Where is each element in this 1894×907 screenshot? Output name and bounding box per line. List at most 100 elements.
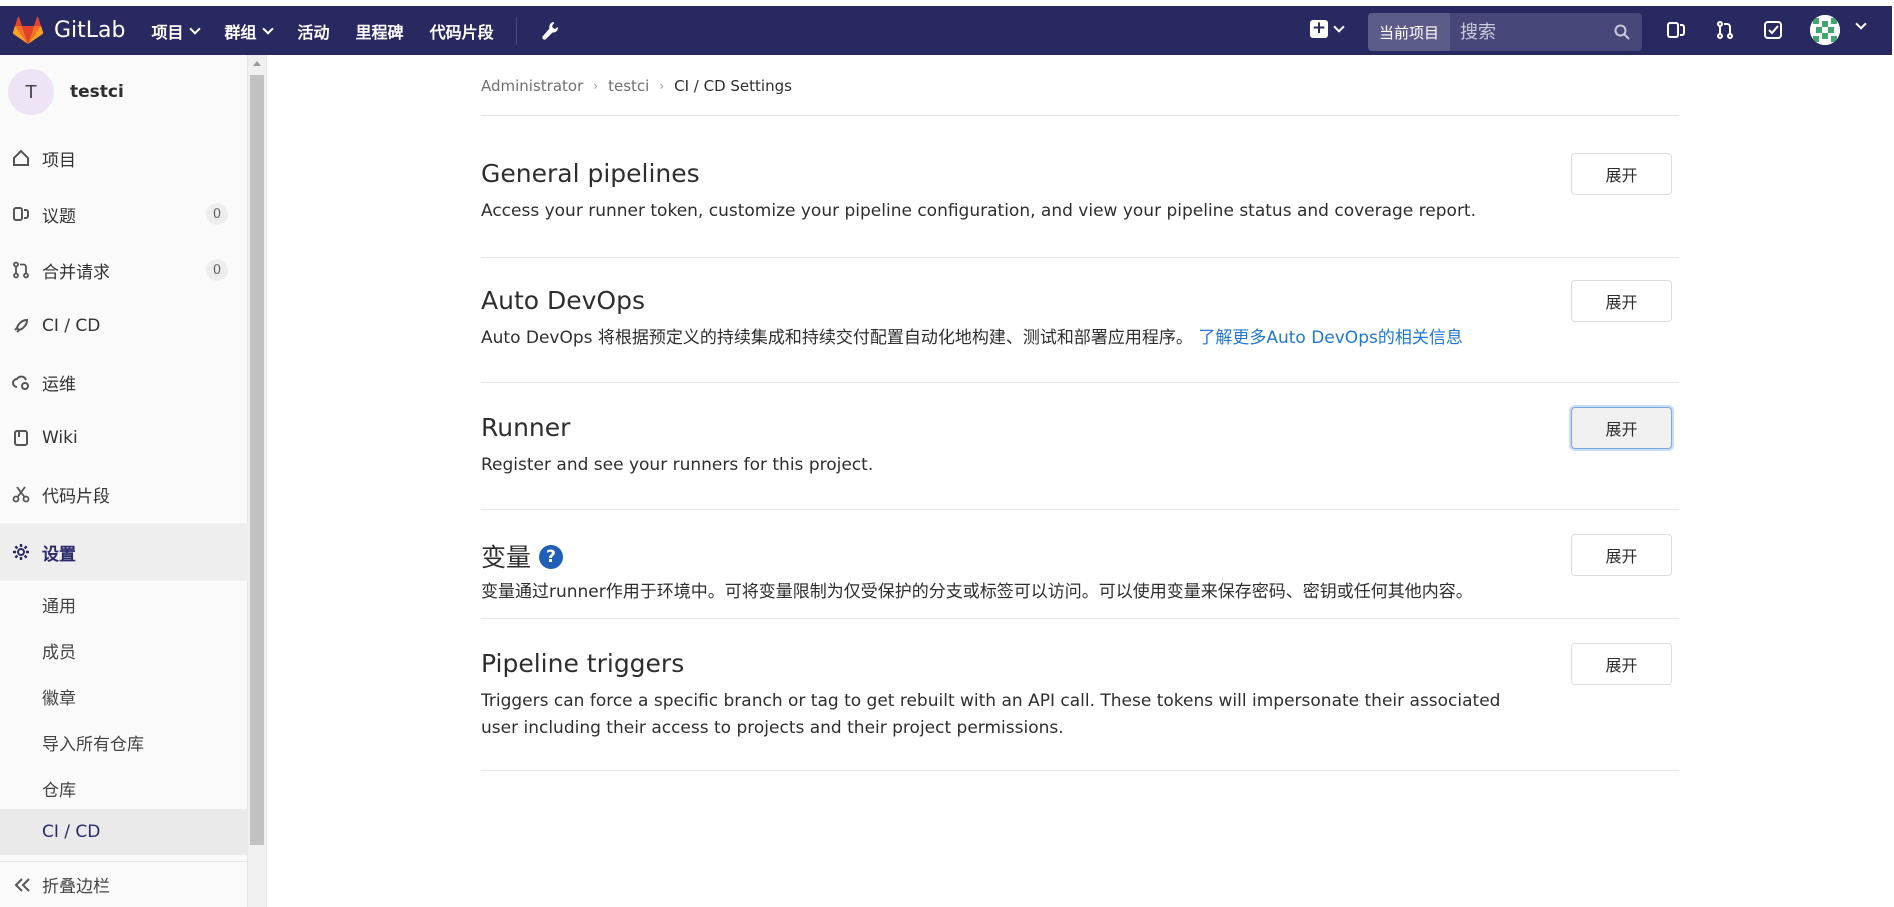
- sidebar-item-project[interactable]: 项目: [0, 138, 248, 178]
- breadcrumb-current: CI / CD Settings: [674, 77, 792, 95]
- sidebar-item-merge-requests[interactable]: 合并请求 0: [0, 250, 248, 290]
- nav-groups[interactable]: 群组: [224, 19, 274, 43]
- settings-sub-members[interactable]: 成员: [42, 638, 76, 663]
- book-icon: [14, 430, 28, 446]
- expand-button[interactable]: 展开: [1571, 280, 1672, 322]
- todo-check-icon[interactable]: [1763, 20, 1783, 40]
- issues-icon: [13, 207, 29, 221]
- collapse-label: 折叠边栏: [42, 877, 110, 897]
- breadcrumb: Administrator › testci › CI / CD Setting…: [481, 77, 792, 95]
- sidebar-item-label: 运维: [42, 374, 76, 395]
- section-divider: [481, 382, 1679, 383]
- expand-button[interactable]: 展开: [1571, 153, 1672, 195]
- section-divider: [481, 509, 1679, 510]
- sidebar-project-header[interactable]: T testci: [8, 69, 124, 115]
- section-divider: [481, 257, 1679, 258]
- nav-projects[interactable]: 项目: [151, 19, 201, 43]
- user-avatar[interactable]: [1810, 15, 1840, 45]
- project-name: testci: [70, 82, 124, 102]
- sidebar-item-label: CI / CD: [42, 316, 101, 336]
- breadcrumb-link[interactable]: Administrator: [481, 77, 583, 95]
- sidebar-item-wiki[interactable]: Wiki: [0, 418, 248, 458]
- main-content: Administrator › testci › CI / CD Setting…: [267, 55, 1894, 907]
- count-badge: 0: [206, 259, 228, 281]
- search-input[interactable]: [1460, 21, 1610, 43]
- breadcrumb-link[interactable]: testci: [608, 77, 649, 95]
- sidebar-item-issues[interactable]: 议题 0: [0, 194, 248, 234]
- identicon-icon: [1810, 15, 1840, 45]
- sidebar-item-label: 议题: [42, 206, 76, 227]
- chevron-down-icon[interactable]: [1855, 18, 1867, 30]
- nav-label: 群组: [224, 22, 257, 42]
- gear-icon: [13, 544, 29, 560]
- new-dropdown[interactable]: +: [1310, 18, 1345, 38]
- section-description: Register and see your runners for this p…: [481, 455, 874, 475]
- settings-sub-import-repos[interactable]: 导入所有仓库: [42, 730, 144, 755]
- sidebar-item-label: 项目: [42, 150, 76, 171]
- settings-sub-ci-cd[interactable]: CI / CD: [42, 822, 100, 842]
- section-title: General pipelines: [481, 159, 700, 188]
- section-divider: [481, 618, 1679, 619]
- count-badge: 0: [206, 203, 228, 225]
- question-help-icon[interactable]: ?: [539, 545, 564, 569]
- chevron-down-icon: [188, 22, 201, 35]
- issues-icon[interactable]: [1666, 20, 1686, 40]
- nav-milestones[interactable]: 里程碑: [356, 19, 404, 43]
- nav-label: 活动: [297, 22, 330, 42]
- section-description: Access your runner token, customize your…: [481, 201, 1476, 221]
- chevron-right-icon: ›: [659, 79, 665, 93]
- section-description: 变量通过runner作用于环境中。可将变量限制为仅受保护的分支或标签可以访问。可…: [481, 582, 1473, 602]
- gitlab-logo[interactable]: GitLab: [12, 15, 126, 47]
- project-avatar: T: [8, 69, 54, 115]
- section-title-wrap: 变量?: [481, 538, 564, 574]
- section-title: Auto DevOps: [481, 286, 645, 315]
- sidebar-item-label: Wiki: [42, 428, 78, 448]
- double-chevron-left-icon: [14, 878, 30, 892]
- app-name: GitLab: [54, 18, 126, 43]
- sidebar-item-settings[interactable]: 设置: [0, 523, 248, 581]
- description-text: Auto DevOps 将根据预定义的持续集成和持续交付配置自动化地构建、测试和…: [481, 328, 1193, 348]
- section-title: 变量: [481, 543, 532, 572]
- settings-sub-repository[interactable]: 仓库: [42, 776, 76, 801]
- sidebar-item-ci-cd[interactable]: CI / CD: [0, 306, 248, 346]
- sidebar-scrollbar[interactable]: [248, 55, 266, 907]
- cloud-gear-icon: [12, 375, 29, 390]
- merge-request-icon: [13, 261, 29, 279]
- scroll-up-arrow-icon[interactable]: [253, 61, 261, 66]
- collapse-sidebar-button[interactable]: 折叠边栏: [0, 861, 248, 907]
- settings-sub-badges[interactable]: 徽章: [42, 684, 76, 709]
- nav-label: 里程碑: [355, 22, 404, 42]
- sidebar-item-operations[interactable]: 运维: [0, 362, 248, 402]
- nav-divider: [515, 16, 517, 45]
- project-sidebar: T testci 项目 议题 0 合并请求 0 CI / CD 运维 Wiki …: [0, 55, 248, 907]
- merge-request-icon[interactable]: [1715, 20, 1735, 40]
- top-navbar: GitLab 项目 群组 活动 里程碑 代码片段 + 当前项目: [0, 6, 1892, 55]
- scroll-thumb[interactable]: [250, 75, 264, 845]
- learn-more-link[interactable]: 了解更多Auto DevOps的相关信息: [1198, 328, 1463, 348]
- chevron-down-icon: [261, 22, 274, 35]
- sidebar-item-label: 合并请求: [42, 262, 110, 283]
- expand-button[interactable]: 展开: [1571, 643, 1672, 685]
- active-sub-highlight: [0, 809, 248, 855]
- section-description: Auto DevOps 将根据预定义的持续集成和持续交付配置自动化地构建、测试和…: [481, 325, 1521, 352]
- section-title: Runner: [481, 413, 571, 442]
- scissors-icon: [12, 486, 30, 503]
- expand-button[interactable]: 展开: [1571, 407, 1672, 449]
- nav-activity[interactable]: 活动: [298, 19, 330, 43]
- admin-wrench-icon[interactable]: [541, 21, 559, 41]
- search-scope-badge[interactable]: 当前项目: [1368, 13, 1450, 51]
- tanuki-logo-icon: [12, 16, 44, 44]
- breadcrumb-divider: [481, 115, 1679, 116]
- rocket-icon: [14, 318, 29, 333]
- chevron-right-icon: ›: [593, 79, 599, 93]
- section-divider: [481, 770, 1679, 771]
- chevron-down-icon: [1333, 21, 1345, 33]
- settings-sub-general[interactable]: 通用: [42, 592, 76, 617]
- search-box[interactable]: 当前项目: [1368, 13, 1642, 51]
- nav-label: 项目: [151, 22, 184, 42]
- sidebar-item-snippets[interactable]: 代码片段: [0, 474, 248, 514]
- nav-label: 代码片段: [429, 22, 494, 42]
- expand-button[interactable]: 展开: [1571, 534, 1672, 576]
- nav-snippets[interactable]: 代码片段: [430, 19, 494, 43]
- plus-icon: +: [1310, 18, 1328, 38]
